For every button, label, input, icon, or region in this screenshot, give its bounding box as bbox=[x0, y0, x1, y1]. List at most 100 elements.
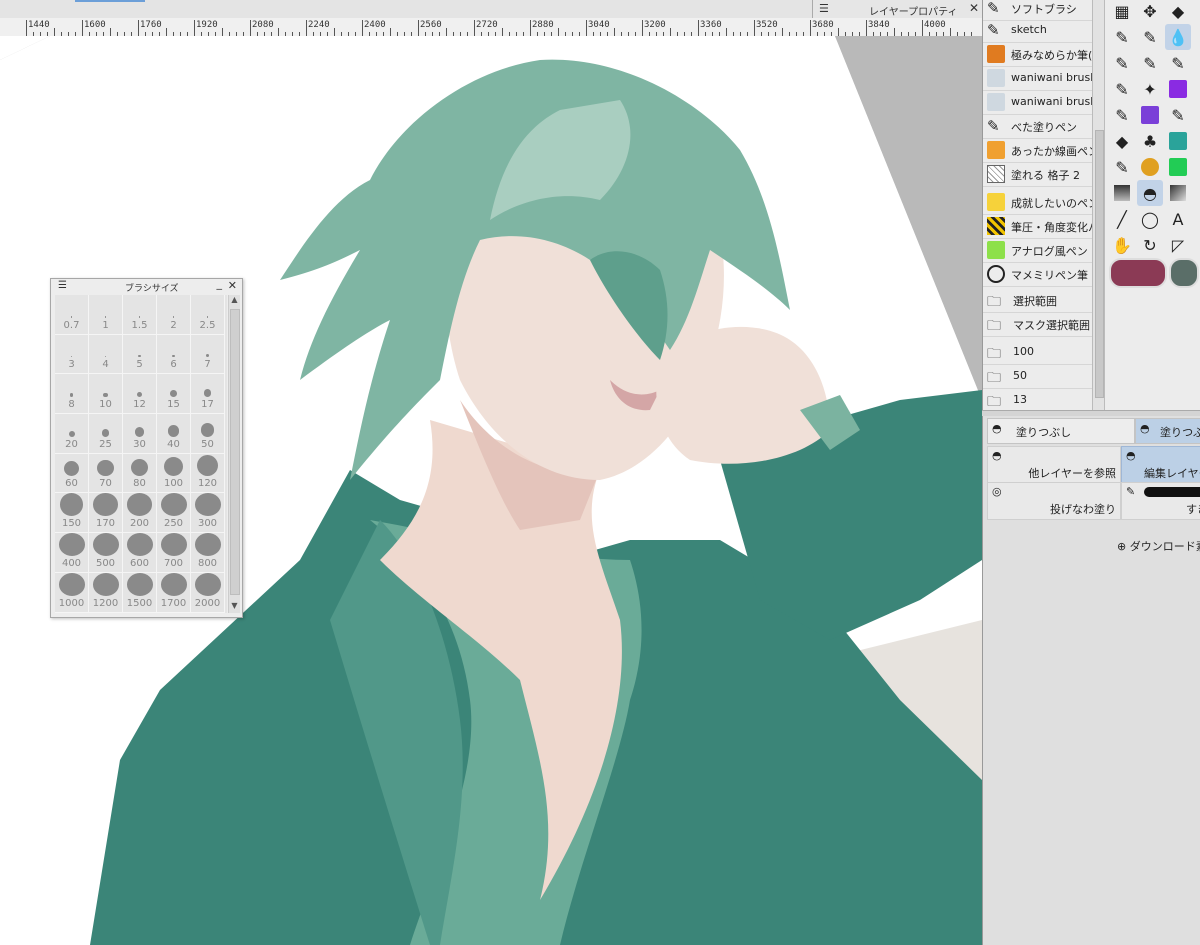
brush-size-cell[interactable]: 50 bbox=[191, 414, 225, 454]
eraser-icon[interactable]: ◆ bbox=[1165, 0, 1191, 24]
brush-size-cell[interactable]: 100 bbox=[157, 453, 191, 494]
brush-size-cell[interactable]: 500 bbox=[89, 533, 123, 573]
ref-other-layer-option[interactable]: ◓ 他レイヤーを参照 bbox=[987, 446, 1121, 484]
sub-tool-item[interactable]: waniwani brush bbox=[983, 66, 1093, 91]
pen-icon[interactable]: ✎ bbox=[1109, 154, 1135, 180]
scroll-down-icon[interactable]: ▼ bbox=[229, 601, 240, 613]
brush-size-cell[interactable]: 40 bbox=[157, 414, 191, 454]
scroll-thumb[interactable] bbox=[1095, 130, 1104, 398]
brush-size-cell[interactable]: 1.5 bbox=[123, 295, 157, 335]
pen-icon[interactable]: ✎ bbox=[1165, 102, 1191, 128]
brush-size-cell[interactable]: 12 bbox=[123, 374, 157, 415]
brush-size-cell[interactable]: 80 bbox=[123, 453, 157, 494]
brush-size-cell[interactable]: 400 bbox=[55, 533, 89, 573]
hand-icon[interactable]: ✋ bbox=[1109, 232, 1135, 258]
pen-icon[interactable]: ✎ bbox=[1109, 24, 1135, 50]
eraser-icon[interactable]: ◆ bbox=[1109, 128, 1135, 154]
pen-icon[interactable]: ✎ bbox=[1109, 102, 1135, 128]
sub-tool-item[interactable]: 🗀 マスク選択範囲 bbox=[983, 312, 1093, 337]
sub-tool-item[interactable]: アナログ風ペン bbox=[983, 238, 1093, 263]
brush-size-cell[interactable]: 2 bbox=[157, 295, 191, 335]
sub-tool-item[interactable]: マメミリペン筆 bbox=[983, 262, 1093, 287]
gradient-icon[interactable] bbox=[1165, 180, 1191, 206]
text-icon[interactable]: A bbox=[1165, 206, 1191, 232]
gap-close-option[interactable]: ✎ すき bbox=[1121, 482, 1200, 520]
sub-tool-item[interactable]: waniwani brush 2 bbox=[983, 90, 1093, 115]
sparkle-icon[interactable]: ✦ bbox=[1137, 76, 1163, 102]
menu-icon[interactable]: ☰ bbox=[819, 2, 829, 15]
scroll-up-icon[interactable]: ▲ bbox=[229, 295, 240, 307]
brush-size-cell[interactable]: 600 bbox=[123, 533, 157, 573]
purple-tool-icon[interactable] bbox=[1137, 102, 1163, 128]
brush-size-cell[interactable]: 1000 bbox=[55, 572, 89, 613]
sub-tool-item[interactable]: 成就したいのペン 3 bbox=[983, 190, 1093, 215]
tab-fill-selected[interactable]: ◓ 塗りつぶ bbox=[1135, 418, 1200, 444]
brush-size-cell[interactable]: 0.7 bbox=[55, 295, 89, 335]
line-icon[interactable]: ╱ bbox=[1109, 206, 1135, 232]
grass-icon[interactable]: ♣ bbox=[1137, 128, 1163, 154]
sub-tool-item[interactable]: ✎ べた塗りペン bbox=[983, 114, 1093, 139]
layer-property-tab[interactable]: ☰ レイヤープロパティ ✕ bbox=[812, 0, 982, 18]
brush-size-panel-header[interactable]: ☰ ブラシサイズ _ ✕ bbox=[51, 277, 242, 294]
brush-size-cell[interactable]: 250 bbox=[157, 493, 191, 534]
brush-size-cell[interactable]: 15 bbox=[157, 374, 191, 415]
brush-size-cell[interactable]: 170 bbox=[89, 493, 123, 534]
download-link[interactable]: ⊕ ダウンロード素 bbox=[1117, 538, 1200, 554]
brush-size-cell[interactable]: 70 bbox=[89, 453, 123, 494]
pen-icon[interactable]: ✎ bbox=[1137, 50, 1163, 76]
move-icon[interactable]: ✥ bbox=[1137, 0, 1163, 24]
sub-color-swatch[interactable] bbox=[1169, 258, 1199, 288]
edit-layer-option[interactable]: ◓ 編集レイヤー bbox=[1121, 446, 1200, 484]
brush-size-cell[interactable]: 17 bbox=[191, 374, 225, 415]
menu-icon[interactable]: ☰ bbox=[58, 280, 67, 291]
brush-size-cell[interactable]: 150 bbox=[55, 493, 89, 534]
rotate-icon[interactable]: ↻ bbox=[1137, 232, 1163, 258]
main-color-swatch[interactable] bbox=[1109, 258, 1167, 288]
sub-tool-item[interactable]: 🗀 選択範囲 bbox=[983, 288, 1093, 313]
ruler-icon[interactable]: ◸ bbox=[1165, 232, 1191, 258]
brush-size-cell[interactable]: 2000 bbox=[191, 572, 225, 613]
close-icon[interactable]: ✕ bbox=[228, 279, 237, 292]
close-icon[interactable]: ✕ bbox=[969, 1, 979, 15]
pen-icon[interactable]: ✎ bbox=[1137, 24, 1163, 50]
brush-size-cell[interactable]: 6 bbox=[157, 334, 191, 375]
brush-size-cell[interactable]: 1700 bbox=[157, 572, 191, 613]
brush-size-cell[interactable]: 10 bbox=[89, 374, 123, 415]
lasso-fill-option[interactable]: ◎ 投げなわ塗り bbox=[987, 482, 1121, 520]
sub-tool-item[interactable]: 🗀 13 bbox=[983, 388, 1093, 410]
brush-size-scrollbar[interactable]: ▲ ▼ bbox=[228, 295, 240, 613]
sub-tool-item[interactable]: 🗀 100 bbox=[983, 340, 1093, 365]
brush-size-cell[interactable]: 25 bbox=[89, 414, 123, 454]
tab-fill[interactable]: ◓ 塗りつぶし bbox=[987, 418, 1135, 444]
brush-size-cell[interactable]: 4 bbox=[89, 334, 123, 375]
sub-tool-item[interactable]: 極みなめらか筆(Extre bbox=[983, 42, 1093, 67]
green-tool-icon[interactable] bbox=[1165, 154, 1191, 180]
grid-icon[interactable]: ▦ bbox=[1109, 0, 1135, 24]
brush-size-cell[interactable]: 800 bbox=[191, 533, 225, 573]
canvas-area[interactable]: 1440 1600 1760 1920 2080 2240 2400 2560 2720 2880… bbox=[0, 0, 982, 945]
brush-size-cell[interactable]: 30 bbox=[123, 414, 157, 454]
brush-size-cell[interactable]: 60 bbox=[55, 453, 89, 494]
brush-size-cell[interactable]: 1500 bbox=[123, 572, 157, 613]
brush-size-cell[interactable]: 1 bbox=[89, 295, 123, 335]
sub-tool-item[interactable]: 筆圧・角度変化ハッチ bbox=[983, 214, 1093, 239]
brush-size-cell[interactable]: 1200 bbox=[89, 572, 123, 613]
brush-size-cell[interactable]: 300 bbox=[191, 493, 225, 534]
brush-size-cell[interactable]: 8 bbox=[55, 374, 89, 415]
sub-tool-item[interactable]: あったか線画ペン bbox=[983, 138, 1093, 163]
sub-tool-item[interactable]: 🗀 50 bbox=[983, 364, 1093, 389]
scroll-thumb[interactable] bbox=[230, 309, 240, 595]
purple-tool-icon[interactable] bbox=[1165, 76, 1191, 102]
minimize-icon[interactable]: _ bbox=[217, 277, 223, 290]
speech-bubble-icon[interactable]: ◯ bbox=[1137, 206, 1163, 232]
brush-size-cell[interactable]: 700 bbox=[157, 533, 191, 573]
brush-size-cell[interactable]: 3 bbox=[55, 334, 89, 375]
gradient-icon[interactable] bbox=[1109, 180, 1135, 206]
brush-size-cell[interactable]: 7 bbox=[191, 334, 225, 375]
fill-bucket-icon[interactable]: ◓ bbox=[1137, 180, 1163, 206]
brush-size-cell[interactable]: 200 bbox=[123, 493, 157, 534]
sub-tool-item[interactable]: ✎ sketch bbox=[983, 18, 1093, 43]
brush-size-cell[interactable]: 2.5 bbox=[191, 295, 225, 335]
sub-tool-item[interactable]: 塗れる 格子 2 bbox=[983, 162, 1093, 187]
pen-icon[interactable]: ✎ bbox=[1109, 50, 1135, 76]
